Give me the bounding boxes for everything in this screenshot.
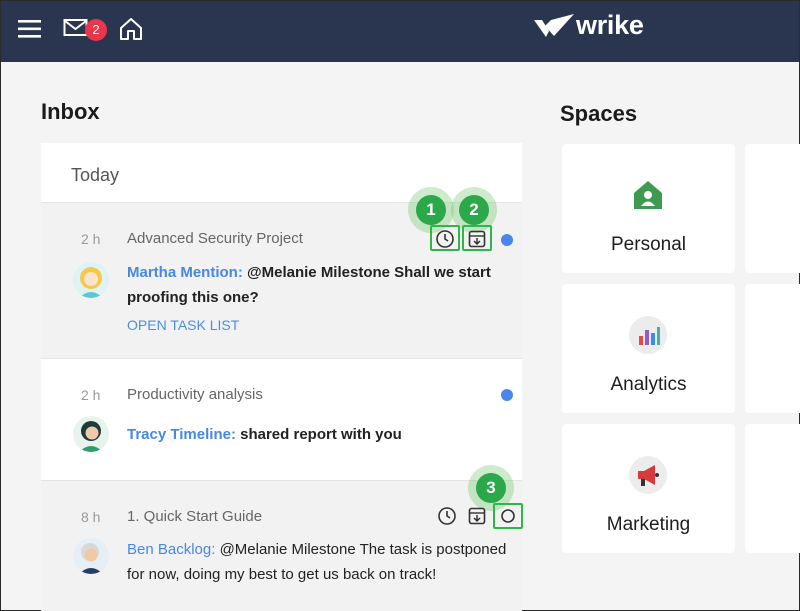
home-icon[interactable] [118, 16, 144, 42]
item-project[interactable]: Advanced Security Project [127, 230, 303, 247]
item-age: 8 h [81, 509, 101, 525]
wrike-logo-icon [534, 14, 574, 37]
item-age: 2 h [81, 387, 101, 403]
spaces-title: Spaces [560, 101, 638, 126]
space-card-partial[interactable] [745, 144, 800, 273]
item-author[interactable]: Ben Backlog: [127, 541, 215, 558]
space-card-partial[interactable] [745, 424, 800, 553]
inbox-item[interactable]: 3 8 h 1. Quick Start Guide Ben Backlog: … [41, 465, 523, 611]
inbox-panel: Today 2 h Advanced Security Project 1 2 [41, 143, 523, 611]
today-label: Today [71, 165, 120, 185]
unread-dot [501, 389, 513, 401]
item-author[interactable]: Martha Mention: [127, 264, 243, 281]
space-card-partial[interactable] [745, 284, 800, 413]
inbox-item[interactable]: 2 h Productivity analysis Tracy Timeline… [41, 359, 522, 480]
menu-icon[interactable] [17, 17, 43, 41]
mail-badge: 2 [85, 19, 107, 41]
item-message: Ben Backlog: @Melanie Milestone The task… [127, 537, 507, 587]
space-label: Marketing [606, 514, 691, 535]
archive-icon[interactable] [466, 505, 488, 527]
item-author[interactable]: Tracy Timeline: [127, 426, 236, 443]
space-label: Personal [611, 234, 686, 255]
inbox-item[interactable]: 2 h Advanced Security Project 1 2 Martha… [41, 187, 522, 359]
mark-as-read-circle-icon[interactable] [497, 505, 519, 527]
item-message: Tracy Timeline: shared report with you [127, 422, 507, 447]
item-project[interactable]: Productivity analysis [127, 386, 263, 403]
item-project[interactable]: 1. Quick Start Guide [127, 508, 262, 525]
clock-icon[interactable] [436, 505, 458, 527]
inbox-title: Inbox [41, 99, 100, 124]
space-label: Analytics [610, 374, 687, 395]
megaphone-icon [629, 456, 667, 494]
open-task-list-link[interactable]: OPEN TASK LIST [127, 317, 239, 333]
space-card-marketing[interactable]: Marketing [562, 424, 735, 553]
space-card-analytics[interactable]: Analytics [562, 284, 735, 413]
clock-icon[interactable] [434, 228, 456, 250]
avatar [73, 262, 109, 298]
archive-icon[interactable] [466, 228, 488, 250]
space-card-personal[interactable]: Personal [562, 144, 735, 273]
today-section-header: Today [41, 143, 522, 202]
item-message: Martha Mention: @Melanie Milestone Shall… [127, 260, 507, 310]
analytics-chart-icon [629, 316, 667, 354]
avatar [73, 538, 109, 574]
top-bar: 2 wrike [1, 1, 799, 62]
avatar [73, 416, 109, 452]
logo-text: wrike [576, 10, 644, 40]
personal-space-icon [634, 181, 662, 209]
item-message-text: shared report with you [240, 426, 402, 443]
item-age: 2 h [81, 231, 101, 247]
unread-dot [501, 234, 513, 246]
